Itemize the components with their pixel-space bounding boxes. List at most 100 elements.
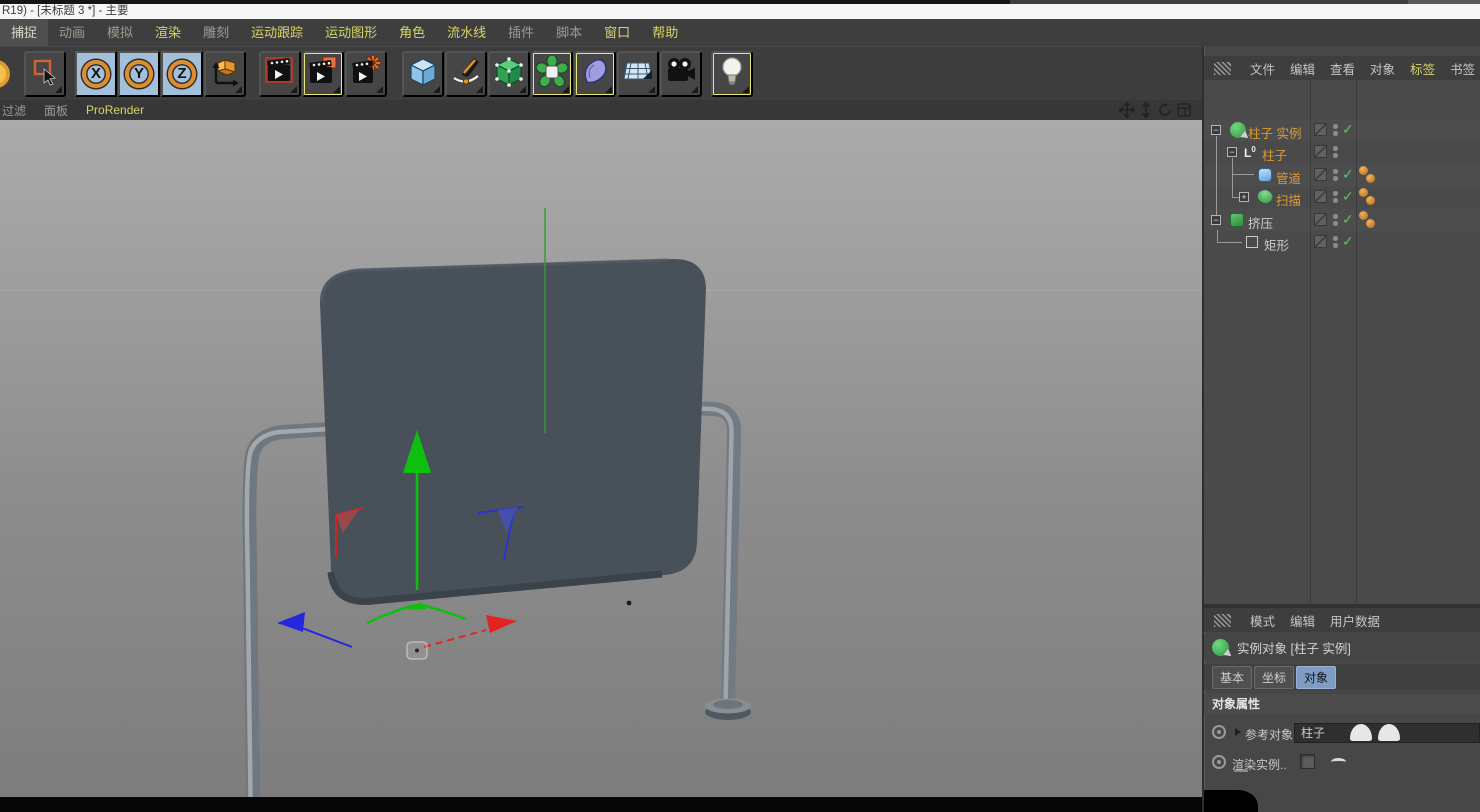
panel-object[interactable] <box>320 259 706 603</box>
add-mograph-button[interactable] <box>531 51 573 97</box>
add-deformer-button[interactable] <box>574 51 616 97</box>
viewport-3d[interactable] <box>0 120 1202 797</box>
menu-item-render[interactable]: 渲染 <box>144 19 192 46</box>
layer-swatch-icon[interactable] <box>1314 235 1327 248</box>
enable-check-icon[interactable]: ✓ <box>1342 211 1354 228</box>
add-spline-button[interactable] <box>445 51 487 97</box>
rectangle-selection-button[interactable] <box>24 51 66 97</box>
keyframe-radio-icon[interactable] <box>1212 755 1226 769</box>
am-menu-userdata[interactable]: 用户数据 <box>1330 611 1380 630</box>
menu-item-script[interactable]: 脚本 <box>545 19 593 46</box>
add-light-button[interactable] <box>711 51 753 97</box>
gizmo-x-axis[interactable] <box>424 630 486 647</box>
object-label[interactable]: 矩形 <box>1264 235 1289 254</box>
tab-coordinates[interactable]: 坐标 <box>1254 666 1294 689</box>
layer-swatch-icon[interactable] <box>1314 213 1327 226</box>
coordinate-system-button[interactable] <box>204 51 246 97</box>
tree-row-pillar-instance[interactable]: − 柱子 实例 ✓ <box>1204 119 1480 141</box>
expander-icon[interactable]: − <box>1211 215 1221 225</box>
menu-item-help[interactable]: 帮助 <box>641 19 689 46</box>
tab-basic[interactable]: 基本 <box>1212 666 1252 689</box>
render-picture-viewer-button[interactable] <box>302 51 344 97</box>
object-label[interactable]: 扫描 <box>1276 190 1301 209</box>
visibility-dots-icon[interactable] <box>1333 169 1338 182</box>
render-view-button[interactable] <box>259 51 301 97</box>
add-camera-button[interactable] <box>660 51 702 97</box>
menu-item-sculpt[interactable]: 雕刻 <box>192 19 240 46</box>
live-selection-icon[interactable] <box>0 51 16 97</box>
am-menu-mode[interactable]: 模式 <box>1250 611 1275 630</box>
viewport-maximize-icon[interactable] <box>1176 102 1192 118</box>
visibility-dots-icon[interactable] <box>1333 214 1338 227</box>
render-settings-button[interactable] <box>345 51 387 97</box>
menu-item-pipeline[interactable]: 流水线 <box>436 19 497 46</box>
visibility-dots-icon[interactable] <box>1333 236 1338 249</box>
om-menu-tags[interactable]: 标签 <box>1410 59 1435 78</box>
gizmo-z-axis[interactable] <box>302 628 352 647</box>
object-label[interactable]: 管道 <box>1276 168 1301 187</box>
window-title: R19) - [未标题 3 *] - 主要 <box>2 5 129 17</box>
om-menu-edit[interactable]: 编辑 <box>1290 59 1315 78</box>
enable-check-icon[interactable]: ✓ <box>1342 188 1354 205</box>
panel-grip-icon[interactable] <box>1214 614 1231 627</box>
panel-grip-icon[interactable] <box>1214 62 1231 75</box>
enable-check-icon[interactable]: ✓ <box>1342 166 1354 183</box>
layer-swatch-icon[interactable] <box>1314 123 1327 136</box>
tree-row-tube[interactable]: 管道 ✓ <box>1204 164 1480 186</box>
viewport-menu-panel[interactable]: 面板 <box>44 102 68 119</box>
viewport-menu-prorender[interactable]: ProRender <box>86 103 144 117</box>
om-menu-object[interactable]: 对象 <box>1370 59 1395 78</box>
object-label[interactable]: 柱子 <box>1262 145 1287 164</box>
tree-row-sweep[interactable]: + 扫描 ✓ <box>1204 186 1480 208</box>
layer-swatch-icon[interactable] <box>1314 168 1327 181</box>
render-instance-checkbox[interactable] <box>1300 754 1315 769</box>
viewport-rotate-icon[interactable] <box>1157 102 1173 118</box>
expander-icon[interactable]: − <box>1227 147 1237 157</box>
menu-item-motion-track[interactable]: 运动跟踪 <box>240 19 314 46</box>
tag-icons[interactable] <box>1359 165 1379 185</box>
attribute-tabs: 基本 坐标 对象 <box>1204 664 1480 690</box>
expand-triangle-icon[interactable] <box>1235 728 1241 736</box>
menu-item-mograph[interactable]: 运动图形 <box>314 19 388 46</box>
object-label[interactable]: 柱子 实例 <box>1248 123 1301 142</box>
add-environment-button[interactable] <box>617 51 659 97</box>
object-label[interactable]: 挤压 <box>1248 213 1273 232</box>
viewport-menu-filter[interactable]: 过滤 <box>2 102 26 119</box>
menu-item-plugins[interactable]: 插件 <box>497 19 545 46</box>
menu-item-character[interactable]: 角色 <box>388 19 436 46</box>
om-menu-bookmark[interactable]: 书签 <box>1450 59 1475 78</box>
tag-icons[interactable] <box>1359 187 1379 207</box>
reference-object-row: 参考对象 柱子 <box>1204 720 1480 746</box>
enable-check-icon[interactable]: ✓ <box>1342 233 1354 250</box>
lock-y-axis-button[interactable]: Y <box>118 51 160 97</box>
menu-item-simulate[interactable]: 模拟 <box>96 19 144 46</box>
menu-item-animate[interactable]: 动画 <box>48 19 96 46</box>
visibility-dots-icon[interactable] <box>1333 146 1338 159</box>
visibility-dots-icon[interactable] <box>1333 124 1338 137</box>
am-menu-edit[interactable]: 编辑 <box>1290 611 1315 630</box>
tab-object[interactable]: 对象 <box>1296 666 1336 689</box>
enable-check-icon[interactable]: ✓ <box>1342 121 1354 138</box>
keyframe-radio-icon[interactable] <box>1212 725 1226 739</box>
om-menu-file[interactable]: 文件 <box>1250 59 1275 78</box>
right-panel: 文件 编辑 查看 对象 标签 书签 − 柱子 实例 <box>1202 46 1480 812</box>
layer-swatch-icon[interactable] <box>1314 190 1327 203</box>
tree-row-pillar[interactable]: − L0 柱子 <box>1204 141 1480 163</box>
tag-icons[interactable] <box>1359 210 1379 230</box>
tree-row-rectangle[interactable]: 矩形 ✓ <box>1204 231 1480 253</box>
add-cube-button[interactable] <box>402 51 444 97</box>
om-menu-view[interactable]: 查看 <box>1330 59 1355 78</box>
expander-icon[interactable]: − <box>1211 125 1221 135</box>
lock-z-axis-button[interactable]: Z <box>161 51 203 97</box>
tree-row-extrude[interactable]: − 挤压 ✓ <box>1204 209 1480 231</box>
viewport-zoom-icon[interactable] <box>1138 102 1154 118</box>
lock-x-axis-button[interactable]: X <box>75 51 117 97</box>
viewport-move-icon[interactable] <box>1119 102 1135 118</box>
layer-swatch-icon[interactable] <box>1314 145 1327 158</box>
menu-item-snap[interactable]: 捕捉 <box>0 19 48 46</box>
add-generator-button[interactable] <box>488 51 530 97</box>
menu-item-window[interactable]: 窗口 <box>593 19 641 46</box>
extrude-object-icon <box>1230 213 1244 227</box>
visibility-dots-icon[interactable] <box>1333 191 1338 204</box>
expander-icon[interactable]: + <box>1239 192 1249 202</box>
